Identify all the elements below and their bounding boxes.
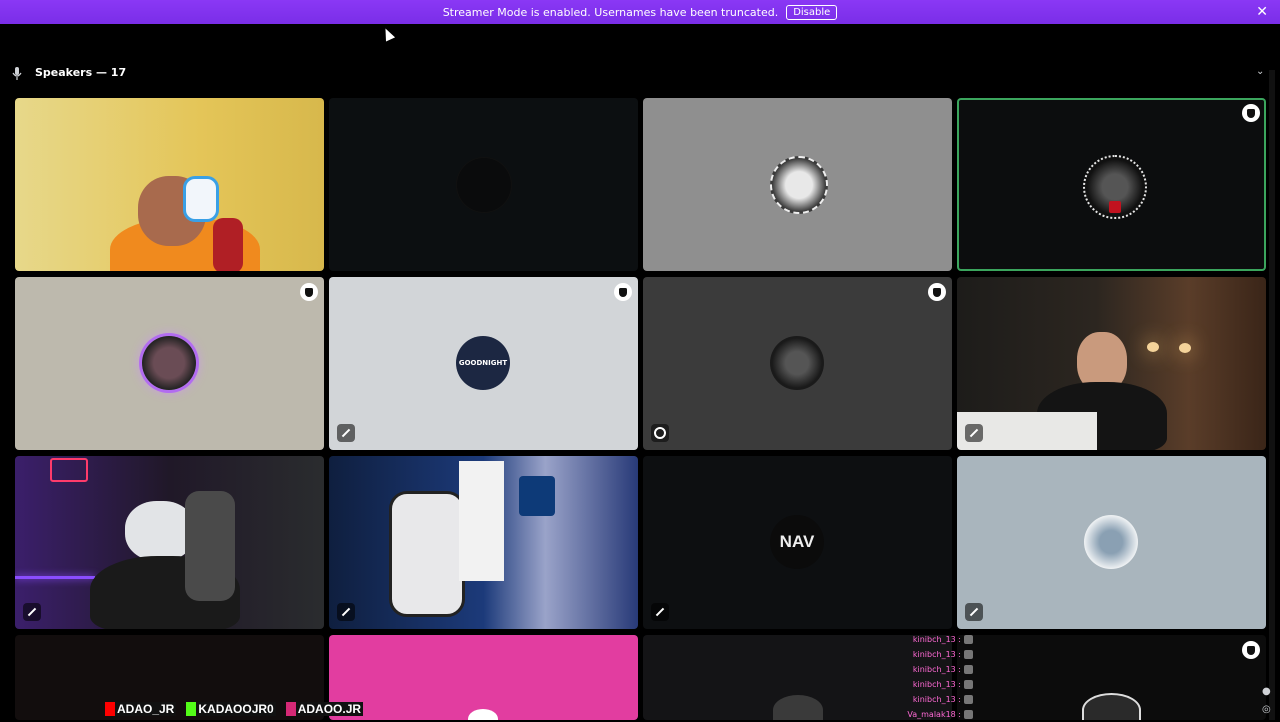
participant-tile[interactable] (15, 456, 324, 629)
participant-tile[interactable]: NAV (643, 456, 952, 629)
participant-tile[interactable] (957, 456, 1266, 629)
chat-line: kinibch_13 : (893, 647, 973, 662)
neon-sign (50, 458, 88, 482)
mic-muted-icon (337, 603, 355, 621)
kick-handle: KADAOOJR0 (186, 702, 276, 716)
led-strip (15, 576, 95, 579)
chat-line: kinibch_13 : (893, 692, 973, 707)
mouse-cursor (380, 26, 396, 42)
chair (213, 218, 243, 271)
avatar (457, 158, 511, 212)
mic-muted-icon (965, 424, 983, 442)
participant-tile[interactable] (643, 277, 952, 450)
avatar-text: GOODNIGHT (458, 359, 508, 367)
chat-line: kinibch_13 : (893, 677, 973, 692)
video-off-icon (337, 424, 355, 442)
stream-chat-overlay: kinibch_13 : kinibch_13 : kinibch_13 : k… (893, 632, 973, 722)
microphone-icon (12, 67, 22, 80)
shield-icon (1242, 641, 1260, 659)
participant-tile[interactable]: GOODNIGHT (329, 277, 638, 450)
participant-tile[interactable] (957, 635, 1266, 720)
lamp (1147, 342, 1159, 352)
shield-icon (1242, 104, 1260, 122)
shield-icon (614, 283, 632, 301)
participant-tile[interactable] (957, 277, 1266, 450)
participant-tile[interactable] (329, 98, 638, 271)
chevron-down-icon[interactable]: ⌄ (1256, 66, 1264, 77)
mic-muted-icon (965, 603, 983, 621)
avatar (142, 336, 196, 390)
target-icon[interactable]: ◎ (1262, 704, 1271, 715)
mic-muted-icon (23, 603, 41, 621)
participant-tile[interactable] (15, 277, 324, 450)
participant-tile[interactable] (329, 456, 638, 629)
scrollbar[interactable] (1269, 70, 1275, 720)
youtube-handle: ADAO_JR (105, 702, 177, 716)
banner-message: Streamer Mode is enabled. Usernames have… (442, 5, 779, 19)
avatar (1084, 515, 1138, 569)
shelf (459, 461, 504, 581)
mic-muted-icon (651, 603, 669, 621)
chat-line: kinibch_13 : (893, 632, 973, 647)
headset (183, 176, 219, 222)
webcam-video (329, 456, 638, 629)
avatar-text: NAV (779, 532, 815, 551)
close-icon[interactable]: ✕ (1256, 4, 1268, 20)
microphone-icon[interactable]: ● (1262, 686, 1271, 697)
avatar (1083, 155, 1147, 219)
chat-line: kinibch_13 : (893, 662, 973, 677)
avatar (1082, 693, 1141, 720)
disable-button[interactable]: Disable (786, 4, 838, 20)
webcam-video (15, 98, 324, 271)
avatar (468, 709, 498, 720)
screen-share-icon (651, 424, 669, 442)
stream-socials-overlay: ADAO_JR KADAOOJR0 ADAOO.JR (105, 702, 364, 716)
avatar: NAV (770, 515, 824, 569)
speakers-header[interactable]: Speakers — 17 ⌄ (0, 60, 1280, 86)
webcam-video (957, 277, 1266, 450)
chair (185, 491, 235, 601)
shield-icon (928, 283, 946, 301)
participant-tile-speaking[interactable] (957, 98, 1266, 271)
participant-tile[interactable] (329, 635, 638, 720)
participant-tile[interactable] (643, 98, 952, 271)
avatar (770, 336, 824, 390)
speakers-count-label: Speakers — 17 (35, 66, 127, 79)
lamp (1179, 343, 1191, 353)
avatar: GOODNIGHT (456, 336, 510, 390)
shield-icon (300, 283, 318, 301)
participant-tile[interactable] (15, 98, 324, 271)
jersey (519, 476, 555, 516)
gaming-chair (389, 491, 465, 617)
instagram-handle: ADAOO.JR (285, 702, 364, 716)
avatar (773, 695, 823, 720)
avatar (770, 156, 828, 214)
streamer-mode-banner: Streamer Mode is enabled. Usernames have… (0, 0, 1280, 24)
webcam-video (15, 456, 324, 629)
